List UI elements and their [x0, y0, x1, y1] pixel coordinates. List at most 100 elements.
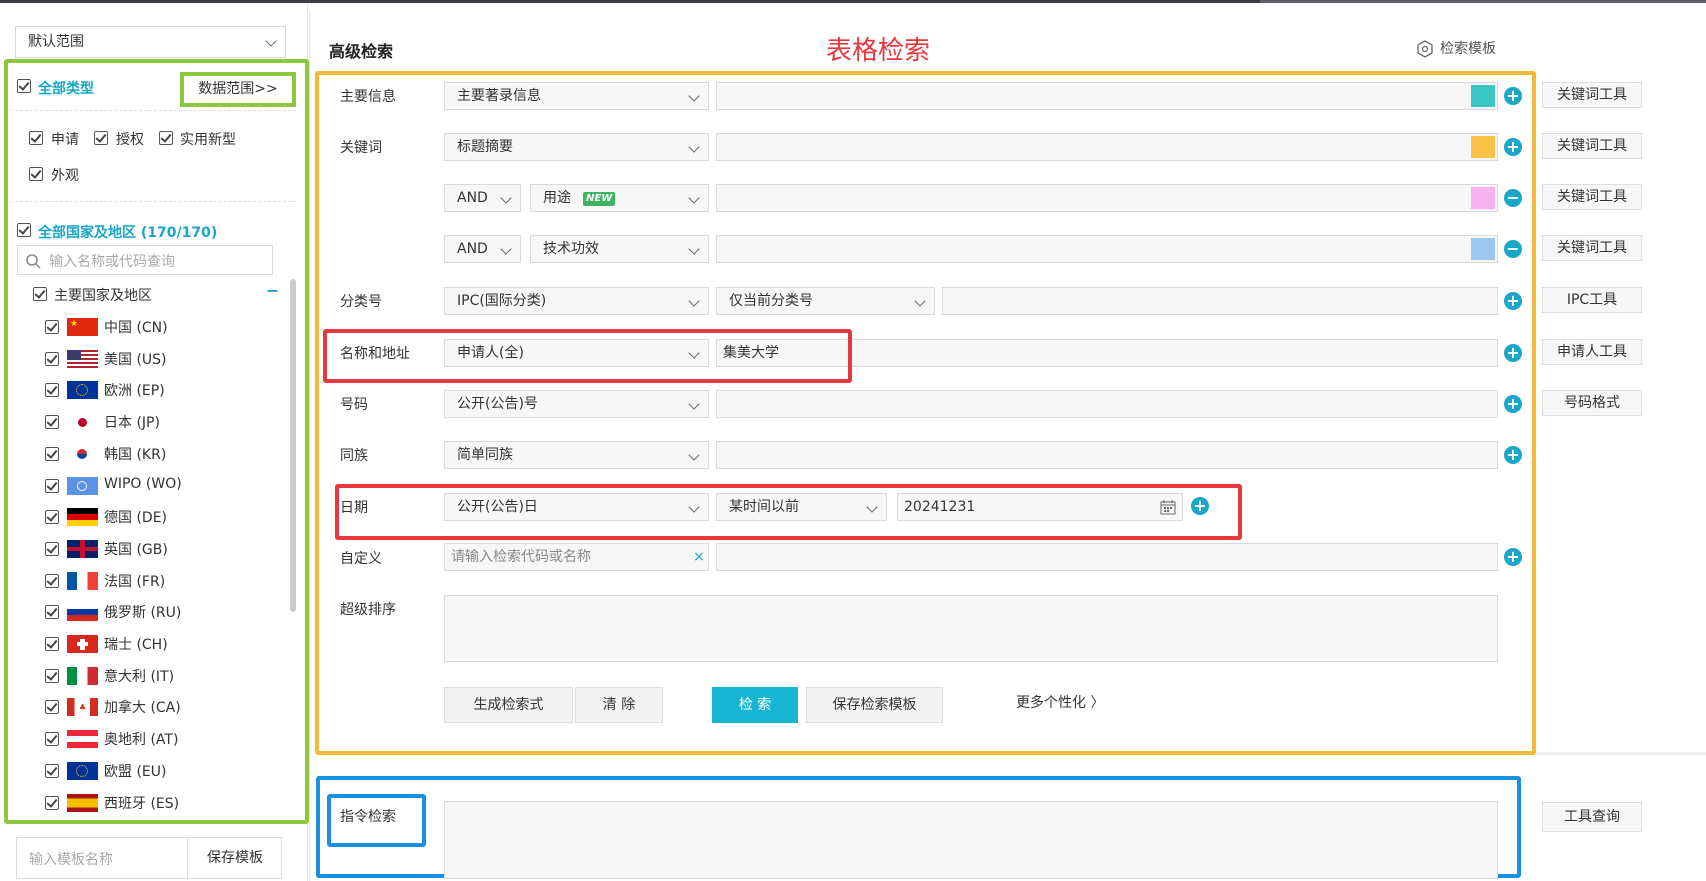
keyword-input[interactable] [716, 133, 1498, 161]
country-label: 日本 (JP) [104, 415, 160, 432]
keyword-select[interactable]: 标题摘要 [444, 133, 709, 161]
country-checkbox[interactable] [45, 510, 59, 525]
flag-icon [67, 349, 98, 368]
page-title: 高级检索 [329, 42, 394, 61]
family-select[interactable]: 简单同族 [444, 441, 709, 469]
color-swatch[interactable] [1471, 238, 1495, 260]
template-name-input[interactable]: 输入模板名称 [29, 849, 113, 869]
chevron-down-icon [500, 192, 512, 204]
annotation-title: 表格检索 [826, 36, 931, 66]
search-button[interactable]: 检 索 [712, 687, 798, 723]
keyword-tool-button[interactable]: 关键词工具 [1542, 184, 1642, 210]
left-panel: 默认范围 全部类型 数据范围>> 申请 授权 实用新型 外观 全部国家及地区 (… [0, 3, 309, 881]
save-search-template-button[interactable]: 保存检索模板 [806, 687, 943, 723]
remove-row-icon[interactable]: − [1504, 240, 1522, 258]
custom-code-input[interactable]: 请输入检索代码或名称 × [444, 543, 709, 571]
classification-select[interactable]: IPC(国际分类) [444, 287, 709, 315]
settings-icon [1417, 40, 1433, 58]
all-countries-checkbox[interactable] [17, 223, 31, 237]
keyword-tool-button[interactable]: 关键词工具 [1542, 235, 1642, 261]
sort-textarea[interactable] [444, 595, 1498, 662]
family-label: 同族 [340, 448, 368, 464]
country-checkbox[interactable] [45, 446, 59, 461]
main-group-checkbox[interactable] [33, 287, 47, 301]
add-row-icon[interactable]: + [1504, 87, 1522, 105]
type-checkbox-apply[interactable] [29, 131, 43, 145]
number-select[interactable]: 公开(公告)号 [444, 390, 709, 418]
country-checkbox[interactable] [45, 795, 59, 810]
keyword-tool-button[interactable]: 关键词工具 [1542, 133, 1642, 159]
type-checkbox-utility[interactable] [159, 131, 173, 145]
country-checkbox[interactable] [45, 320, 59, 334]
color-swatch[interactable] [1471, 136, 1495, 158]
country-checkbox[interactable] [45, 351, 59, 366]
add-row-icon[interactable]: + [1504, 138, 1522, 156]
add-row-icon[interactable]: + [1504, 395, 1522, 413]
all-types-checkbox[interactable] [17, 79, 31, 93]
chevron-down-icon [688, 449, 700, 461]
scope-select-value: 默认范围 [28, 34, 84, 50]
clear-button[interactable]: 清 除 [575, 687, 663, 723]
color-swatch[interactable] [1471, 187, 1495, 209]
country-label: 英国 (GB) [104, 541, 168, 558]
country-checkbox[interactable] [45, 478, 59, 493]
country-checkbox[interactable] [45, 668, 59, 683]
tool-query-button[interactable]: 工具查询 [1542, 802, 1642, 832]
country-label: 欧洲 (EP) [104, 383, 165, 400]
main-info-input[interactable] [716, 82, 1498, 110]
chevron-down-icon [914, 295, 926, 307]
ipc-tool-button[interactable]: IPC工具 [1542, 287, 1642, 313]
number-input[interactable] [716, 390, 1498, 418]
color-swatch[interactable] [1471, 85, 1495, 107]
country-checkbox[interactable] [45, 637, 59, 651]
add-row-icon[interactable]: + [1504, 548, 1522, 566]
family-input[interactable] [716, 441, 1498, 469]
flag-icon [67, 635, 98, 653]
save-template-button[interactable]: 保存模板 [187, 838, 282, 878]
command-textarea[interactable] [444, 801, 1498, 879]
sort-label: 超级排序 [340, 602, 396, 618]
clear-icon[interactable]: × [693, 544, 705, 570]
classification-input[interactable] [942, 287, 1498, 315]
number-format-button[interactable]: 号码格式 [1542, 390, 1642, 416]
custom-input[interactable] [716, 543, 1498, 571]
country-label: 中国 (CN) [104, 320, 168, 336]
effect-input[interactable] [716, 235, 1498, 263]
operator-select[interactable]: AND [444, 235, 521, 263]
template-save-box: 输入模板名称 保存模板 [16, 837, 282, 879]
usage-select[interactable]: 用途 NEW [530, 184, 709, 212]
scrollbar[interactable] [290, 279, 296, 612]
country-checkbox[interactable] [45, 541, 59, 556]
type-checkbox-design[interactable] [29, 167, 43, 181]
remove-row-icon[interactable]: − [1504, 189, 1522, 207]
country-checkbox[interactable] [45, 763, 59, 778]
country-checkbox[interactable] [45, 573, 59, 588]
country-label: 瑞士 (CH) [104, 637, 168, 653]
chevron-down-icon [688, 141, 700, 153]
country-checkbox[interactable] [45, 732, 59, 747]
number-label: 号码 [340, 397, 368, 413]
collapse-icon[interactable]: − [266, 281, 279, 300]
country-checkbox[interactable] [45, 700, 59, 715]
country-search-input[interactable]: 输入名称或代码查询 [17, 245, 273, 275]
scope-select[interactable]: 默认范围 [15, 26, 286, 58]
country-label: 法国 (FR) [104, 573, 166, 590]
usage-input[interactable] [716, 184, 1498, 212]
flag-icon [67, 666, 98, 685]
type-checkbox-grant[interactable] [94, 131, 108, 145]
country-checkbox[interactable] [45, 383, 59, 398]
add-row-icon[interactable]: + [1504, 446, 1522, 464]
country-checkbox[interactable] [45, 605, 59, 620]
data-range-button[interactable]: 数据范围>> [180, 72, 296, 107]
generate-query-button[interactable]: 生成检索式 [444, 687, 573, 723]
more-options-link[interactable]: 更多个性化 〉 [1016, 692, 1104, 712]
classification-scope-select[interactable]: 仅当前分类号 [716, 287, 935, 315]
operator-select[interactable]: AND [444, 184, 521, 212]
add-row-icon[interactable]: + [1504, 292, 1522, 310]
main-info-select[interactable]: 主要著录信息 [444, 82, 709, 110]
applicant-tool-button[interactable]: 申请人工具 [1542, 339, 1642, 365]
add-row-icon[interactable]: + [1504, 344, 1522, 362]
keyword-tool-button[interactable]: 关键词工具 [1542, 82, 1642, 108]
country-checkbox[interactable] [45, 415, 59, 430]
effect-select[interactable]: 技术功效 [530, 235, 709, 263]
